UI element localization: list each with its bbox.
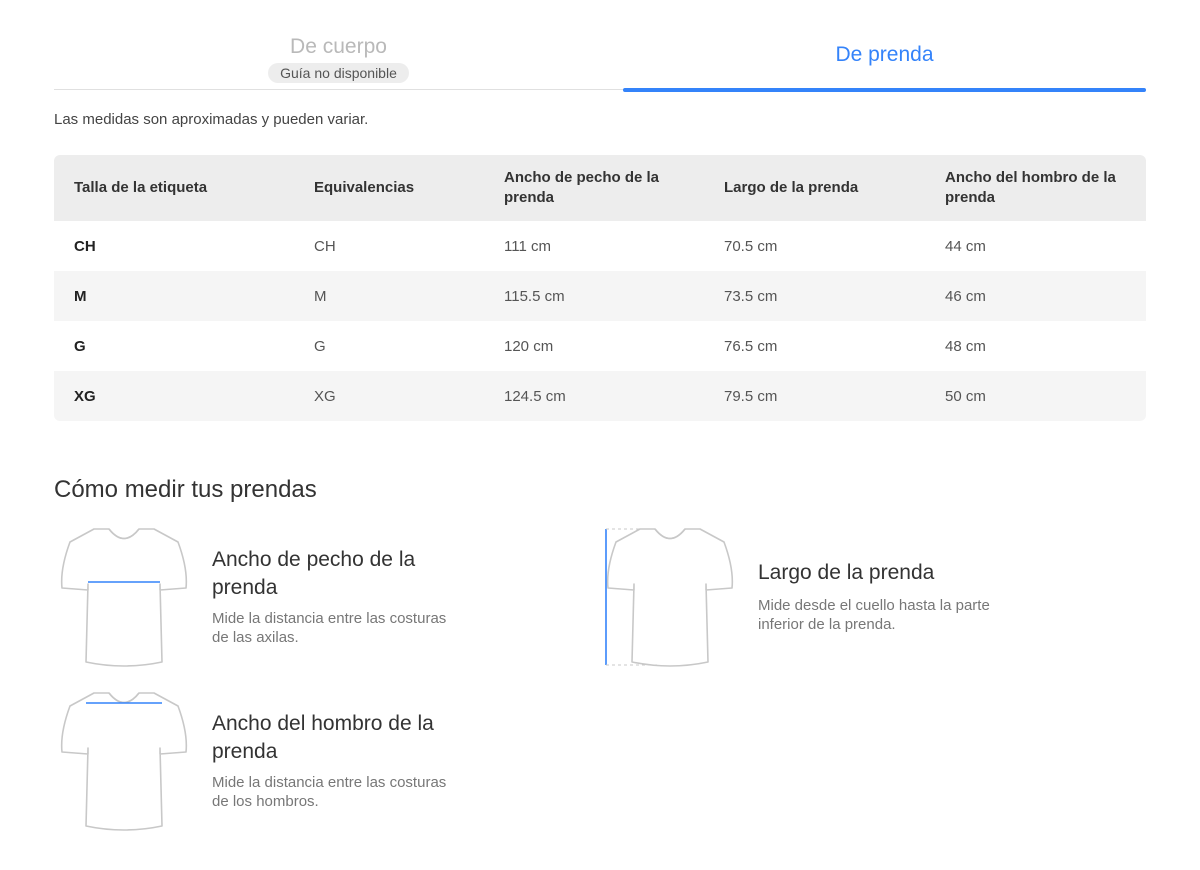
shoulder-cell: 50 cm: [925, 371, 1146, 421]
table-row: G G 120 cm 76.5 cm 48 cm: [54, 321, 1146, 371]
size-cell: CH: [74, 237, 96, 255]
shoulder-cell: 48 cm: [945, 337, 986, 355]
header-length: Largo de la prenda: [704, 155, 925, 221]
size-cell: G: [74, 337, 86, 355]
header-size-label: Talla de la etiqueta: [54, 155, 294, 221]
tshirt-shoulder-icon: [60, 692, 188, 831]
equivalence-cell: XG: [294, 371, 484, 421]
header-shoulder-width: Ancho del hombro de la prenda: [925, 155, 1146, 221]
size-table: Talla de la etiqueta Equivalencias Ancho…: [54, 155, 1146, 421]
table-header-row: Talla de la etiqueta Equivalencias Ancho…: [54, 155, 1146, 221]
table-row: M M 115.5 cm 73.5 cm 46 cm: [54, 271, 1146, 321]
length-cell: 73.5 cm: [704, 271, 925, 321]
tshirt-length-icon: [605, 528, 734, 667]
equivalence-cell: M: [294, 271, 484, 321]
guide-shoulder-width: Ancho del hombro de la prenda Mide la di…: [54, 688, 474, 838]
guide-title: Ancho del hombro de la prenda: [212, 712, 434, 763]
table-row: CH CH 111 cm 70.5 cm 44 cm: [54, 221, 1146, 271]
chest-cell: 115.5 cm: [484, 271, 704, 321]
tab-de-prenda[interactable]: De prenda: [623, 20, 1146, 92]
guide-length: Largo de la prenda Mide desde el cuello …: [600, 524, 1020, 674]
chest-cell: 111 cm: [504, 237, 551, 255]
equivalence-cell: G: [314, 337, 326, 355]
how-to-measure-title: Cómo medir tus prendas: [54, 476, 317, 503]
guide-description: Mide desde el cuello hasta la parte infe…: [758, 597, 990, 633]
guide-chest-width: Ancho de pecho de la prenda Mide la dist…: [54, 524, 474, 674]
equivalence-cell: CH: [314, 237, 336, 255]
header-chest-width: Ancho de pecho de la prenda: [484, 155, 704, 221]
active-tab-indicator: [623, 88, 1146, 92]
guide-title: Ancho de pecho de la prenda: [212, 548, 416, 599]
tshirt-chest-icon: [60, 528, 188, 667]
header-equivalences: Equivalencias: [294, 155, 484, 221]
length-cell: 76.5 cm: [724, 337, 778, 355]
table-row: XG XG 124.5 cm 79.5 cm 50 cm: [54, 371, 1146, 421]
tab-bar: De cuerpo Guía no disponible De prenda: [54, 20, 1146, 92]
length-cell: 79.5 cm: [704, 371, 925, 421]
disclaimer-text: Las medidas son aproximadas y pueden var…: [54, 111, 369, 128]
chest-cell: 124.5 cm: [484, 371, 704, 421]
guide-title: Largo de la prenda: [758, 561, 935, 584]
shoulder-cell: 46 cm: [925, 271, 1146, 321]
chest-cell: 120 cm: [504, 337, 554, 355]
guide-description: Mide la distancia entre las costuras de …: [212, 774, 447, 810]
size-cell: M: [54, 271, 294, 321]
length-cell: 70.5 cm: [724, 237, 778, 255]
shoulder-cell: 44 cm: [945, 237, 986, 255]
unavailable-badge: Guía no disponible: [268, 63, 409, 83]
tab-label: De cuerpo: [290, 35, 387, 58]
tab-de-cuerpo[interactable]: De cuerpo Guía no disponible: [54, 20, 623, 90]
size-cell: XG: [54, 371, 294, 421]
tab-label: De prenda: [835, 43, 934, 66]
guide-description: Mide la distancia entre las costuras de …: [212, 610, 447, 646]
